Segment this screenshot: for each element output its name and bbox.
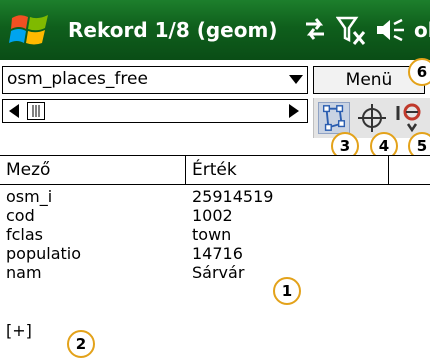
crosshair-icon[interactable] [356,102,388,134]
identify-icon[interactable] [394,102,426,134]
callout-2: 2 [67,330,95,358]
scroll-right-arrow-icon[interactable] [287,104,301,118]
field-name: populatio [6,244,81,263]
chevron-down-icon [289,75,303,84]
scroll-left-arrow-icon[interactable] [7,104,21,118]
column-header-field[interactable]: Mező [0,156,185,184]
add-field-button[interactable]: [+] [6,321,32,340]
field-name: nam [6,263,42,282]
field-value: Sárvár [192,263,245,282]
field-name: fclas [6,225,44,244]
field-name: osm_i [6,187,53,206]
table-row[interactable]: cod 1002 [0,206,430,225]
field-value: 25914519 [192,187,274,206]
callout-6: 6 [408,58,430,86]
field-value: town [192,225,232,244]
map-tools-panel [313,98,430,138]
horizontal-scrollbar[interactable] [2,99,308,123]
no-signal-icon[interactable] [336,14,366,46]
windows-start-icon[interactable] [8,8,52,52]
column-divider[interactable] [388,156,389,184]
connectivity-icon[interactable] [302,14,328,46]
column-header-value[interactable]: Érték [186,156,386,184]
volume-icon[interactable] [374,14,406,46]
attribute-list: osm_i 25914519 cod 1002 fclas town popul… [0,187,430,282]
scroll-thumb[interactable] [27,102,45,120]
window-title: Rekord 1/8 (geom) [68,18,278,42]
table-row[interactable]: osm_i 25914519 [0,187,430,206]
layer-dropdown-value: osm_places_free [7,69,148,89]
table-row[interactable]: populatio 14716 [0,244,430,263]
table-row[interactable]: fclas town [0,225,430,244]
layer-dropdown[interactable]: osm_places_free [2,66,308,94]
field-name: cod [6,206,35,225]
ok-button[interactable]: ok [414,0,430,60]
feature-select-icon[interactable] [318,102,350,134]
field-value: 14716 [192,244,243,263]
title-bar: Rekord 1/8 (geom) ok [0,0,430,60]
field-value: 1002 [192,206,233,225]
table-header: Mező Érték [0,155,430,185]
table-row[interactable]: nam Sárvár [0,263,430,282]
